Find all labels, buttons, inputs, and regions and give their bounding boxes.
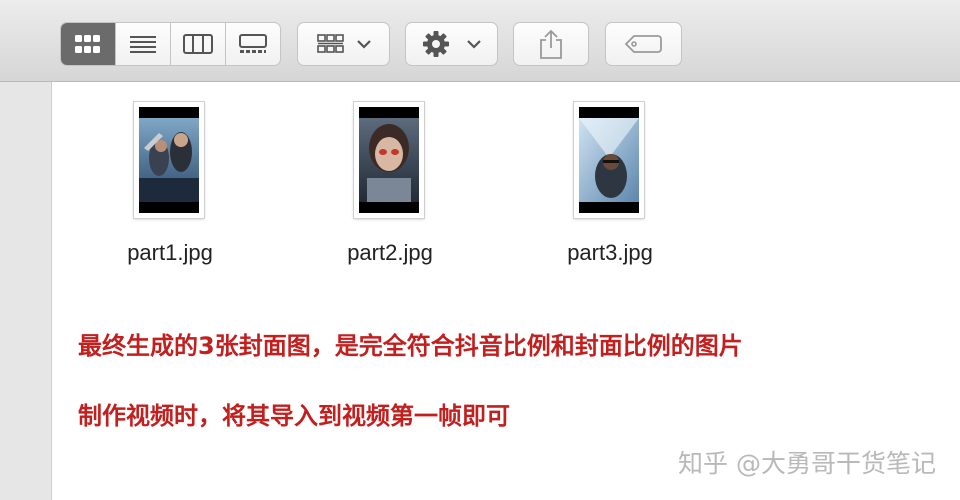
- file-name: part2.jpg: [347, 240, 433, 265]
- file-thumbnail: [354, 102, 424, 218]
- file-item[interactable]: part1.jpg: [95, 100, 245, 280]
- poster-3: [579, 118, 639, 202]
- column-view-icon: [183, 34, 213, 54]
- gallery-view-icon: [239, 34, 267, 53]
- icon-view-button[interactable]: [61, 23, 115, 65]
- annotation-line-2: 制作视频时，将其导入到视频第一帧即可: [78, 402, 510, 430]
- chevron-down-icon: [466, 40, 481, 49]
- gallery-view-button[interactable]: [225, 23, 280, 65]
- group-by-button[interactable]: [297, 22, 390, 66]
- action-button[interactable]: [405, 22, 498, 66]
- share-icon: [540, 29, 562, 59]
- poster-1: [139, 118, 199, 202]
- tags-button[interactable]: [605, 22, 682, 66]
- file-item[interactable]: part2.jpg: [315, 100, 465, 280]
- file-name: part3.jpg: [567, 240, 653, 265]
- gear-icon: [422, 31, 481, 57]
- list-view-icon: [130, 36, 156, 53]
- column-view-button[interactable]: [170, 23, 225, 65]
- finder-toolbar: [0, 0, 960, 82]
- group-by-icon: [316, 34, 371, 53]
- file-name: part1.jpg: [127, 240, 213, 265]
- poster-2: [359, 118, 419, 202]
- list-view-button[interactable]: [115, 23, 170, 65]
- share-button[interactable]: [513, 22, 589, 66]
- icon-view-icon: [75, 35, 100, 53]
- file-item[interactable]: part3.jpg: [535, 100, 685, 280]
- annotation-line-1: 最终生成的3张封面图，是完全符合抖音比例和封面比例的图片: [78, 332, 743, 360]
- sidebar: [0, 82, 52, 500]
- file-thumbnail: [134, 102, 204, 218]
- file-thumbnail: [574, 102, 644, 218]
- view-mode-segmented-control: [60, 22, 281, 66]
- watermark: 知乎 @大勇哥干货笔记: [678, 449, 936, 478]
- chevron-down-icon: [356, 40, 371, 49]
- tag-icon: [624, 35, 662, 53]
